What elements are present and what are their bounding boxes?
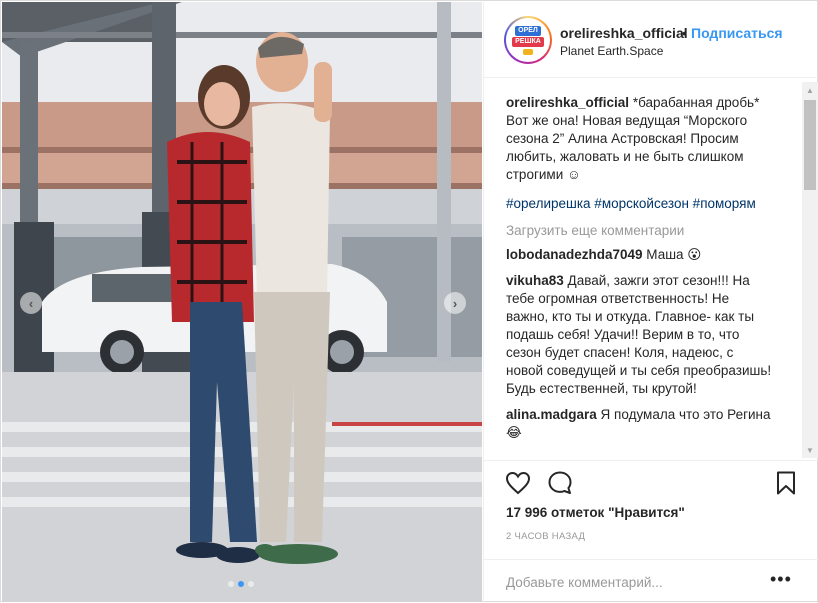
chevron-left-icon: ‹ <box>28 295 34 311</box>
comment-username[interactable]: vikuha83 <box>506 273 564 288</box>
comment-item: vikuha83 Давай, зажги этот сезон!!! На т… <box>506 272 774 398</box>
logo-text-top: ОРЁЛ <box>515 25 541 36</box>
photo-image <box>2 2 482 602</box>
caption-username[interactable]: orelireshka_official <box>506 95 629 110</box>
logo-text-bottom: РЕШКА <box>512 36 544 47</box>
comment-icon <box>548 471 572 494</box>
logo-mark <box>523 48 533 55</box>
separator-dot: • <box>682 25 687 41</box>
prev-slide-button[interactable]: ‹ <box>20 292 42 314</box>
heart-icon <box>505 471 531 495</box>
comments-scrollbar[interactable]: ▲ ▼ <box>802 82 818 458</box>
carousel-dot <box>228 581 234 587</box>
comment-username[interactable]: lobodanadezhda7049 <box>506 247 643 262</box>
comment-username[interactable]: alina.madgara <box>506 407 597 422</box>
post-side-panel: ОРЁЛ РЕШКА orelireshka_official • Подпис… <box>483 2 818 602</box>
avatar[interactable]: ОРЁЛ РЕШКА <box>504 16 552 64</box>
scroll-up-arrow-icon[interactable]: ▲ <box>802 82 818 98</box>
avatar-logo: ОРЁЛ РЕШКА <box>506 18 550 62</box>
chevron-right-icon: › <box>452 295 458 311</box>
save-button[interactable] <box>772 469 800 497</box>
post-photo[interactable]: ‹ › <box>2 2 482 602</box>
load-more-comments-button[interactable]: Загрузить еще комментарии <box>506 223 802 238</box>
carousel-dot-active <box>238 581 244 587</box>
next-slide-button[interactable]: › <box>444 292 466 314</box>
comment-text: Маша 😮 <box>642 247 702 262</box>
post-dialog: ‹ › ОРЁЛ РЕШКА orelireshka_official • По… <box>0 0 818 602</box>
comment-item: alina.madgara Я подумала что это Регина … <box>506 406 774 442</box>
post-timestamp[interactable]: 2 ЧАСОВ НАЗАД <box>506 531 585 542</box>
location-link[interactable]: Planet Earth.Space <box>560 44 663 58</box>
comments-list[interactable]: orelireshka_official *барабанная дробь* … <box>484 78 802 460</box>
carousel-indicator <box>228 581 254 587</box>
more-options-icon[interactable]: ••• <box>770 569 792 590</box>
follow-button[interactable]: Подписаться <box>691 25 783 41</box>
post-actions: 17 996 отметок "Нравится" 2 ЧАСОВ НАЗАД … <box>484 460 818 602</box>
scroll-down-arrow-icon[interactable]: ▼ <box>802 442 818 458</box>
comment-button[interactable] <box>546 469 574 497</box>
add-comment-box: ••• <box>484 559 818 603</box>
scrollbar-thumb[interactable] <box>804 100 816 190</box>
add-comment-input[interactable] <box>506 572 746 592</box>
hashtags-link[interactable]: #орелирешка #морскойсезон #поморям <box>506 196 802 211</box>
post-caption: orelireshka_official *барабанная дробь* … <box>506 94 774 184</box>
carousel-dot <box>248 581 254 587</box>
like-button[interactable] <box>504 469 532 497</box>
comment-item: lobodanadezhda7049 Маша 😮 <box>506 246 774 264</box>
username-link[interactable]: orelireshka_official <box>560 25 688 41</box>
likes-count[interactable]: 17 996 отметок "Нравится" <box>506 505 685 520</box>
comment-text: Давай, зажги этот сезон!!! На тебе огром… <box>506 273 772 396</box>
post-header: ОРЁЛ РЕШКА orelireshka_official • Подпис… <box>484 2 818 78</box>
bookmark-icon <box>777 471 795 495</box>
